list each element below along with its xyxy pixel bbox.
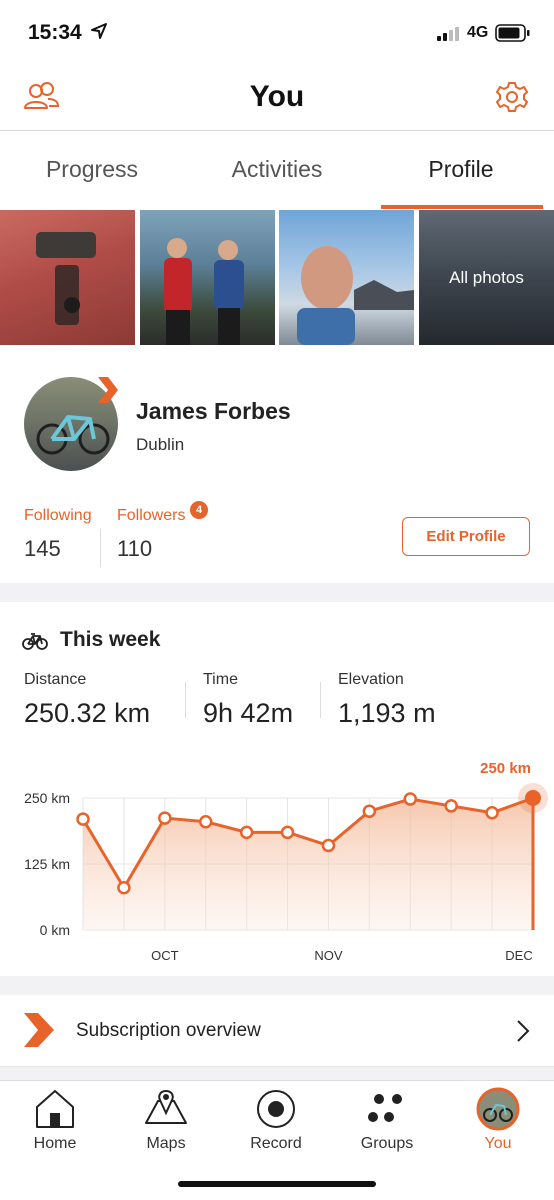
- chart-point-current[interactable]: [525, 790, 541, 806]
- x-tick-label: OCT: [151, 948, 179, 963]
- groups-icon: [368, 1094, 402, 1122]
- gear-icon[interactable]: [494, 79, 530, 115]
- this-week-card: This week Distance 250.32 km Time 9h 42m…: [0, 602, 554, 976]
- followers-count[interactable]: 110: [117, 536, 152, 562]
- chevron-right-icon: [517, 1020, 530, 1042]
- nav-record-label: Record: [250, 1135, 302, 1152]
- bottom-nav: Home Maps Record Groups You: [0, 1080, 554, 1200]
- subscription-overview-row[interactable]: Subscription overview: [0, 995, 554, 1067]
- location-arrow-icon: [91, 23, 107, 39]
- tab-activities[interactable]: Activities: [197, 156, 357, 183]
- all-photos-label: All photos: [449, 268, 524, 287]
- avatar: [476, 1087, 520, 1131]
- followers-label[interactable]: Followers: [117, 507, 185, 525]
- tab-progress[interactable]: Progress: [12, 156, 172, 183]
- chart-point[interactable]: [76, 812, 90, 826]
- chart-point[interactable]: [321, 838, 336, 853]
- status-bar: 15:34 4G: [0, 0, 554, 64]
- this-week-title: This week: [60, 628, 161, 651]
- chart-point[interactable]: [158, 811, 172, 825]
- photo-strip: All photos: [0, 210, 554, 345]
- status-time: 15:34: [28, 21, 82, 44]
- subscription-chevron-logo-icon: [24, 1013, 54, 1047]
- nav-you-label: You: [484, 1135, 512, 1152]
- chart-point[interactable]: [198, 815, 213, 829]
- distance-value: 250.32 km: [24, 698, 151, 728]
- edit-profile-button[interactable]: Edit Profile: [402, 517, 530, 556]
- bike-icon: [22, 633, 48, 650]
- weekly-distance-chart: 0 km 125 km 250 km OCT NOV DEC 250 km: [24, 760, 548, 963]
- photo-two-cyclists: [164, 238, 244, 345]
- profile-card: James Forbes Dublin Following 145 Follow…: [0, 345, 554, 583]
- home-indicator: [178, 1181, 376, 1187]
- metric-divider: [320, 682, 321, 718]
- nav-groups-label: Groups: [360, 1135, 414, 1152]
- current-week-label: 250 km: [480, 760, 531, 777]
- x-tick-label: DEC: [505, 948, 532, 963]
- stat-divider: [100, 529, 101, 567]
- photo-selfie: [297, 246, 414, 345]
- chart-point[interactable]: [117, 881, 131, 895]
- nav-maps[interactable]: Maps: [116, 1081, 216, 1161]
- chart-point[interactable]: [485, 806, 499, 820]
- distance-label: Distance: [24, 671, 87, 688]
- chart-point[interactable]: [280, 825, 295, 840]
- y-tick-label: 125 km: [24, 856, 70, 872]
- subscriber-badge-icon: [98, 377, 118, 403]
- photo-all-photos[interactable]: All photos: [419, 210, 554, 345]
- y-tick-label: 250 km: [24, 790, 70, 806]
- active-tab-indicator: [381, 205, 543, 209]
- map-icon: [145, 1089, 187, 1124]
- record-icon: [257, 1090, 295, 1128]
- page-title: You: [249, 80, 305, 113]
- metric-divider: [185, 682, 186, 718]
- photo-thumbnail[interactable]: [0, 210, 135, 345]
- nav-record[interactable]: Record: [226, 1081, 326, 1161]
- elevation-value: 1,193 m: [338, 698, 436, 728]
- athlete-name: James Forbes: [136, 398, 291, 424]
- x-tick-label: NOV: [314, 948, 343, 963]
- subscription-label: Subscription overview: [76, 1020, 261, 1041]
- tab-profile[interactable]: Profile: [381, 156, 541, 183]
- chart-point[interactable]: [444, 799, 458, 813]
- tab-bar: Progress Activities Profile: [0, 131, 554, 210]
- photo-thumbnail[interactable]: [279, 210, 414, 345]
- photo-shoe-sole: [36, 232, 96, 325]
- time-label: Time: [203, 671, 238, 688]
- following-count[interactable]: 145: [24, 536, 61, 562]
- battery-icon: [495, 24, 530, 42]
- chart-point[interactable]: [362, 804, 377, 818]
- nav-maps-label: Maps: [146, 1135, 186, 1152]
- nav-groups[interactable]: Groups: [337, 1081, 437, 1161]
- network-type: 4G: [467, 24, 489, 41]
- athlete-location: Dublin: [136, 435, 185, 454]
- chart-point[interactable]: [239, 825, 254, 840]
- photo-thumbnail[interactable]: [140, 210, 275, 345]
- time-value: 9h 42m: [203, 698, 294, 728]
- followers-badge: 4: [190, 501, 208, 519]
- chart-point[interactable]: [403, 792, 418, 806]
- following-label[interactable]: Following: [24, 507, 92, 525]
- elevation-label: Elevation: [338, 671, 404, 688]
- home-icon: [36, 1090, 74, 1128]
- nav-you[interactable]: You: [448, 1081, 548, 1161]
- signal-icon: [437, 27, 459, 41]
- chart-area: [83, 798, 533, 930]
- nav-home-label: Home: [33, 1135, 77, 1152]
- y-tick-label: 0 km: [40, 922, 70, 938]
- app-header: You: [0, 64, 554, 131]
- nav-home[interactable]: Home: [5, 1081, 105, 1161]
